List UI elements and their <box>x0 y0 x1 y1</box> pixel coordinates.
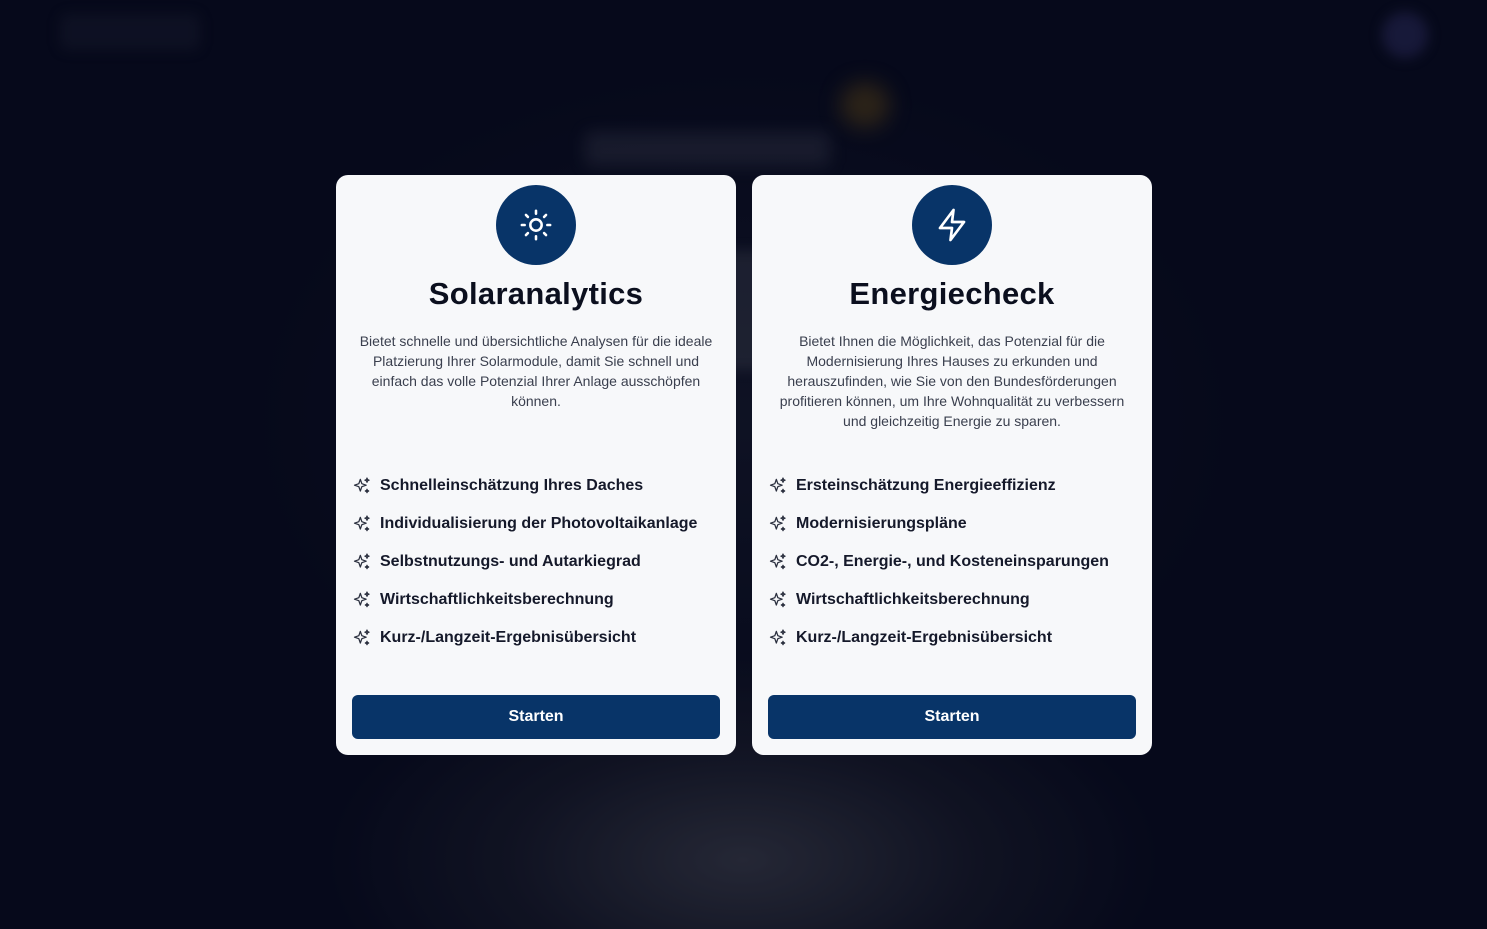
feature-item: Schnelleinschätzung Ihres Daches <box>352 467 720 505</box>
sparkles-icon <box>353 629 370 646</box>
card-description: Bietet Ihnen die Möglichkeit, das Potenz… <box>779 333 1125 429</box>
feature-label: Schnelleinschätzung Ihres Daches <box>380 477 644 494</box>
lightning-icon <box>938 208 966 242</box>
start-energiecheck-button[interactable]: Starten <box>768 695 1136 739</box>
feature-item: Kurz-/Langzeit-Ergebnisübersicht <box>768 619 1136 657</box>
sparkles-icon <box>353 477 370 494</box>
feature-item: CO2-, Energie-, und Kosteneinsparungen <box>768 543 1136 581</box>
feature-item: Wirtschaftlichkeitsberechnung <box>768 581 1136 619</box>
card-solaranalytics: Solaranalytics Bietet schnelle und übers… <box>336 175 736 755</box>
feature-item: Wirtschaftlichkeitsberechnung <box>352 581 720 619</box>
sparkles-icon <box>769 629 786 646</box>
feature-label: Individualisierung der Photovoltaikanlag… <box>380 515 698 532</box>
sun-icon <box>520 209 552 241</box>
feature-item: Kurz-/Langzeit-Ergebnisübersicht <box>352 619 720 657</box>
feature-item: Individualisierung der Photovoltaikanlag… <box>352 505 720 543</box>
feature-label: Modernisierungspläne <box>796 515 967 532</box>
sparkles-icon <box>353 591 370 608</box>
feature-label: Kurz-/Langzeit-Ergebnisübersicht <box>380 629 637 646</box>
feature-label: Selbstnutzungs- und Autarkiegrad <box>380 553 641 570</box>
feature-label: Kurz-/Langzeit-Ergebnisübersicht <box>796 629 1053 646</box>
sun-icon-badge <box>496 185 576 265</box>
sparkles-icon <box>769 591 786 608</box>
card-title: Energiecheck <box>849 276 1055 311</box>
modal-backdrop[interactable] <box>0 0 1487 929</box>
sparkles-icon <box>353 553 370 570</box>
feature-label: Wirtschaftlichkeitsberechnung <box>380 591 614 608</box>
card-title: Solaranalytics <box>428 276 644 311</box>
feature-item: Selbstnutzungs- und Autarkiegrad <box>352 543 720 581</box>
card-energiecheck: Energiecheck Bietet Ihnen die Möglichkei… <box>752 175 1152 755</box>
sparkles-icon <box>769 515 786 532</box>
sparkles-icon <box>353 515 370 532</box>
feature-list: Ersteinschätzung Energieeffizienz Modern… <box>768 467 1136 657</box>
feature-item: Ersteinschätzung Energieeffizienz <box>768 467 1136 505</box>
feature-label: CO2-, Energie-, und Kosteneinsparungen <box>796 553 1109 570</box>
lightning-icon-badge <box>912 185 992 265</box>
feature-list: Schnelleinschätzung Ihres Daches Individ… <box>352 467 720 657</box>
feature-label: Wirtschaftlichkeitsberechnung <box>796 591 1030 608</box>
card-description: Bietet schnelle und übersichtliche Analy… <box>359 333 713 409</box>
sparkles-icon <box>769 477 786 494</box>
feature-item: Modernisierungspläne <box>768 505 1136 543</box>
start-solaranalytics-button[interactable]: Starten <box>352 695 720 739</box>
feature-label: Ersteinschätzung Energieeffizienz <box>796 477 1056 494</box>
sparkles-icon <box>769 553 786 570</box>
